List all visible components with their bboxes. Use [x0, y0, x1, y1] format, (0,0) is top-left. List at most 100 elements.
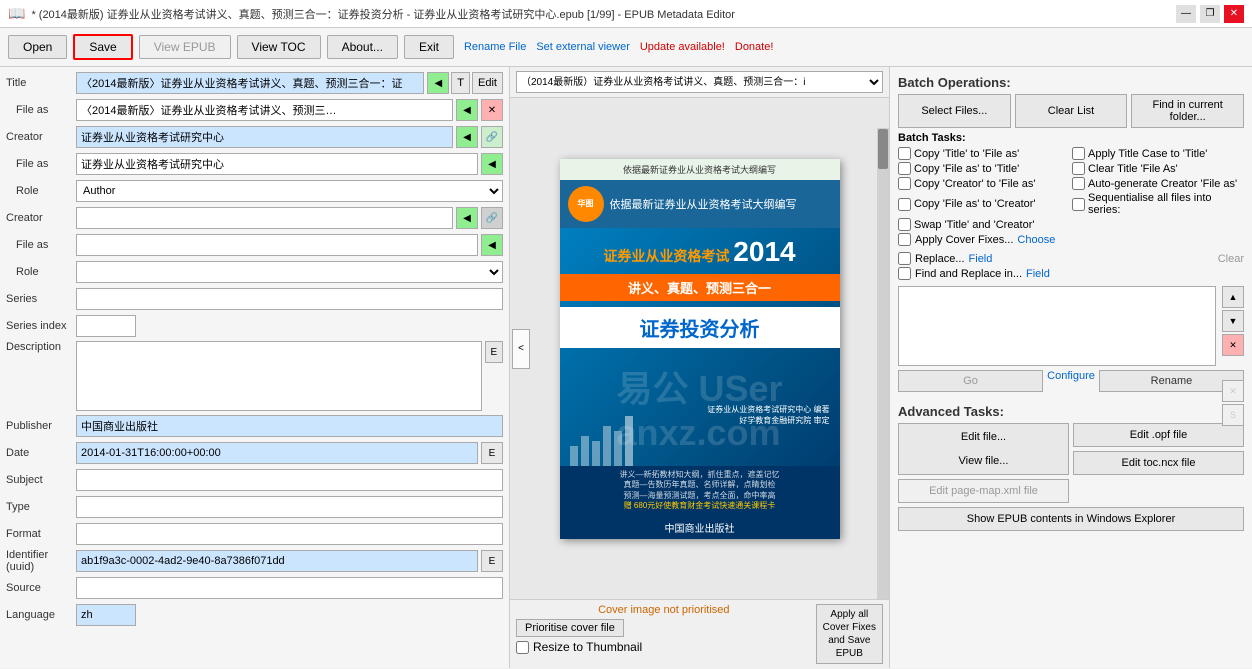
- creator2-arrow[interactable]: ◀: [456, 207, 478, 229]
- choose-link[interactable]: Choose: [1017, 234, 1055, 246]
- subject-row: Subject: [6, 468, 503, 492]
- exit-button[interactable]: Exit: [404, 35, 454, 59]
- language-input[interactable]: [76, 604, 136, 626]
- task9-checkbox[interactable]: Auto-generate Creator 'File as': [1072, 177, 1244, 190]
- clear-list-button[interactable]: Clear List: [1015, 94, 1128, 128]
- series-index-input[interactable]: [76, 315, 136, 337]
- title-fileas-input[interactable]: [76, 99, 453, 121]
- type-input[interactable]: [76, 496, 503, 518]
- task3-checkbox[interactable]: Copy 'Creator' to 'File as': [898, 177, 1070, 190]
- edit-toc-btn2[interactable]: Edit toc.ncx file: [1073, 451, 1244, 475]
- task8-checkbox[interactable]: Clear Title 'File As': [1072, 162, 1244, 175]
- title-fileas-row: File as ◀ ✕: [6, 98, 503, 122]
- creator2-input[interactable]: [76, 207, 453, 229]
- creator2-link-btn[interactable]: 🔗: [481, 207, 503, 229]
- configure-link[interactable]: Configure: [1047, 370, 1095, 392]
- task1-checkbox[interactable]: Copy 'Title' to 'File as': [898, 147, 1070, 160]
- resize-thumbnail-checkbox[interactable]: [516, 641, 529, 654]
- rename-file-link[interactable]: Rename File: [464, 41, 526, 53]
- find-in-folder-button[interactable]: Find in current folder...: [1131, 94, 1244, 128]
- swap-row: Creator ◀ 🔗: [6, 125, 503, 149]
- save-button[interactable]: Save: [73, 34, 132, 60]
- show-epub-btn2[interactable]: Show EPUB contents in Windows Explorer: [898, 507, 1244, 531]
- cover-chart: [570, 406, 830, 466]
- creator-input[interactable]: [76, 126, 453, 148]
- find-replace-checkbox[interactable]: [898, 267, 911, 280]
- set-external-viewer-link[interactable]: Set external viewer: [536, 41, 630, 53]
- restore-button[interactable]: ❐: [1200, 5, 1220, 23]
- task4-checkbox[interactable]: Copy 'File as' to 'Creator': [898, 192, 1070, 216]
- file-side-btn-1[interactable]: ▲: [1222, 286, 1244, 308]
- creator2-fileas-input[interactable]: [76, 234, 478, 256]
- creator2-fileas-arrow[interactable]: ◀: [481, 234, 503, 256]
- file-preview-area: [898, 286, 1216, 366]
- creator2-row: Creator ◀ 🔗: [6, 206, 503, 230]
- source-input[interactable]: [76, 577, 503, 599]
- task10-checkbox[interactable]: Sequentialise all files into series:: [1072, 192, 1244, 216]
- creator-link-btn[interactable]: 🔗: [481, 126, 503, 148]
- cover-nav-btn[interactable]: <: [512, 329, 530, 369]
- identifier-edit-btn[interactable]: E: [481, 550, 503, 572]
- creator-fileas-arrow[interactable]: ◀: [481, 153, 503, 175]
- select-files-button[interactable]: Select Files...: [898, 94, 1011, 128]
- format-row: Format: [6, 522, 503, 546]
- file-side-btn-2[interactable]: ▼: [1222, 310, 1244, 332]
- title-arrow-btn[interactable]: ◀: [427, 72, 449, 94]
- cover-scrollbar[interactable]: [877, 128, 889, 599]
- format-input[interactable]: [76, 523, 503, 545]
- creator2-role-select[interactable]: Author: [76, 261, 503, 283]
- t-button[interactable]: T: [451, 72, 470, 94]
- identifier-input[interactable]: [76, 550, 478, 572]
- edit-page-map-btn2[interactable]: Edit page-map.xml file: [898, 479, 1069, 503]
- file-side-btn-delete[interactable]: ✕: [1222, 334, 1244, 356]
- update-available-link[interactable]: Update available!: [640, 41, 725, 53]
- title-fileas-del[interactable]: ✕: [481, 99, 503, 121]
- subject-label: Subject: [6, 474, 76, 486]
- series-input[interactable]: [76, 288, 503, 310]
- open-button[interactable]: Open: [8, 35, 67, 59]
- go-rename-row: Go Configure Rename: [898, 370, 1244, 392]
- publisher-input[interactable]: [76, 415, 503, 437]
- description-textarea[interactable]: [76, 341, 482, 411]
- creator-arrow[interactable]: ◀: [456, 126, 478, 148]
- apply-cover-fixes-button[interactable]: Apply all Cover Fixes and Save EPUB: [816, 604, 883, 664]
- file-side-btn-x[interactable]: ✕: [1222, 380, 1244, 402]
- publisher-row: Publisher: [6, 414, 503, 438]
- cover-image: 依据最新证券业从业资格考试大纲编写 华图 依据最新证券业从业资格考试大纲编写 证…: [560, 159, 840, 539]
- creator-fileas-input[interactable]: [76, 153, 478, 175]
- title-fileas-arrow[interactable]: ◀: [456, 99, 478, 121]
- title-input[interactable]: [76, 72, 424, 94]
- edit-title-button[interactable]: Edit: [472, 72, 503, 94]
- task7-checkbox[interactable]: Apply Title Case to 'Title': [1072, 147, 1244, 160]
- task5-checkbox[interactable]: Swap 'Title' and 'Creator': [898, 218, 1070, 231]
- date-edit-btn[interactable]: E: [481, 442, 503, 464]
- subject-input[interactable]: [76, 469, 503, 491]
- about-button[interactable]: About...: [327, 35, 398, 59]
- view-epub-button[interactable]: View EPUB: [139, 35, 231, 59]
- identifier-row: Identifier (uuid) E: [6, 549, 503, 573]
- donate-link[interactable]: Donate!: [735, 41, 774, 53]
- title-dropdown-select[interactable]: （2014最新版）证券业从业资格考试讲义、真题、预测三合一：i: [516, 71, 883, 93]
- titlebar-title: * (2014最新版) 证券业从业资格考试讲义、真题、预测三合一：证券投资分析 …: [31, 6, 1176, 22]
- advanced-tasks-title: Advanced Tasks:: [898, 404, 1244, 419]
- find-replace-field-link[interactable]: Field: [1026, 268, 1050, 280]
- minimize-button[interactable]: —: [1176, 5, 1196, 23]
- close-button[interactable]: ✕: [1224, 5, 1244, 23]
- apply-cover-row: Apply Cover Fixes... Choose: [898, 233, 1070, 246]
- edit-file-btn2[interactable]: Edit file...View file...: [898, 423, 1069, 475]
- date-input[interactable]: [76, 442, 478, 464]
- replace-field-link[interactable]: Field: [969, 253, 993, 265]
- title-label: Title: [6, 77, 76, 89]
- publisher-logo: 华图: [568, 186, 604, 222]
- view-toc-button[interactable]: View TOC: [237, 35, 321, 59]
- toolbar-links: Rename File Set external viewer Update a…: [464, 41, 773, 53]
- description-edit-btn[interactable]: E: [485, 341, 503, 363]
- file-side-btn-s[interactable]: S: [1222, 404, 1244, 426]
- task6-checkbox[interactable]: [898, 233, 911, 246]
- go-button[interactable]: Go: [898, 370, 1043, 392]
- edit-opf-btn2[interactable]: Edit .opf file: [1073, 423, 1244, 447]
- replace-checkbox[interactable]: [898, 252, 911, 265]
- prioritise-cover-button[interactable]: Prioritise cover file: [516, 619, 624, 637]
- task2-checkbox[interactable]: Copy 'File as' to 'Title': [898, 162, 1070, 175]
- creator-role-select[interactable]: Author Editor Translator: [76, 180, 503, 202]
